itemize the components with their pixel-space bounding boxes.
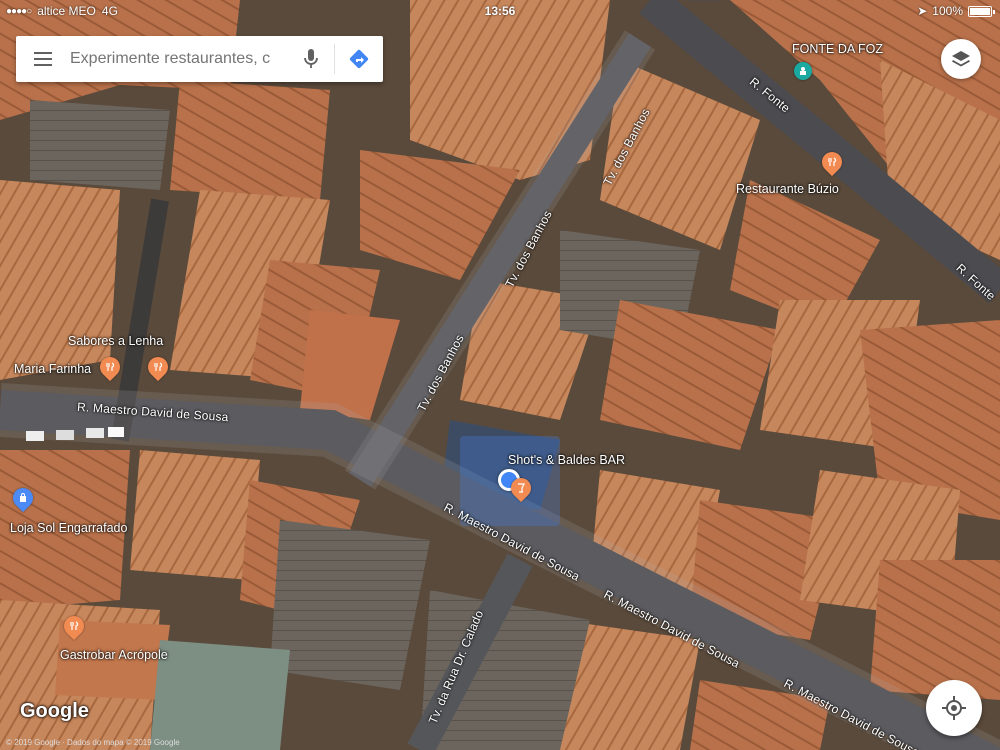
fonte-da-foz-pin[interactable] [794, 62, 812, 80]
crosshair-icon [942, 696, 966, 720]
clock: 13:56 [484, 4, 516, 18]
status-bar: ●●●●○ altice MEO 4G 13:56 ➤ 100% [0, 0, 1000, 22]
map-copyright[interactable]: © 2019 Google · Dados do mapa © 2019 Goo… [6, 738, 180, 747]
location-arrow-icon: ➤ [917, 4, 928, 18]
my-location-button[interactable] [926, 680, 982, 736]
sabores-a-lenha-label[interactable]: Sabores a Lenha [68, 334, 163, 348]
microphone-icon[interactable] [288, 36, 334, 82]
layers-button[interactable] [941, 39, 981, 79]
loja-sol-label[interactable]: Loja Sol Engarrafado [10, 521, 127, 535]
layers-icon [952, 51, 970, 67]
shots-baldes-label[interactable]: Shot's & Baldes BAR [508, 453, 625, 467]
search-bar [16, 36, 383, 82]
satellite-map[interactable] [0, 0, 1000, 750]
directions-icon[interactable] [335, 36, 383, 82]
menu-icon[interactable] [16, 36, 70, 82]
status-right: ➤ 100% [917, 4, 995, 18]
battery-icon [968, 5, 995, 17]
battery-level [970, 7, 990, 15]
gastrobar-label[interactable]: Gastrobar Acrópole [60, 648, 168, 662]
search-input[interactable] [70, 36, 288, 82]
maria-farinha-label[interactable]: Maria Farinha [14, 362, 91, 376]
battery-percent: 100% [932, 4, 963, 18]
google-logo: Google [20, 700, 89, 722]
fonte-da-foz-label[interactable]: FONTE DA FOZ [792, 42, 883, 56]
restaurante-buzio-label[interactable]: Restaurante Búzio [736, 182, 839, 196]
